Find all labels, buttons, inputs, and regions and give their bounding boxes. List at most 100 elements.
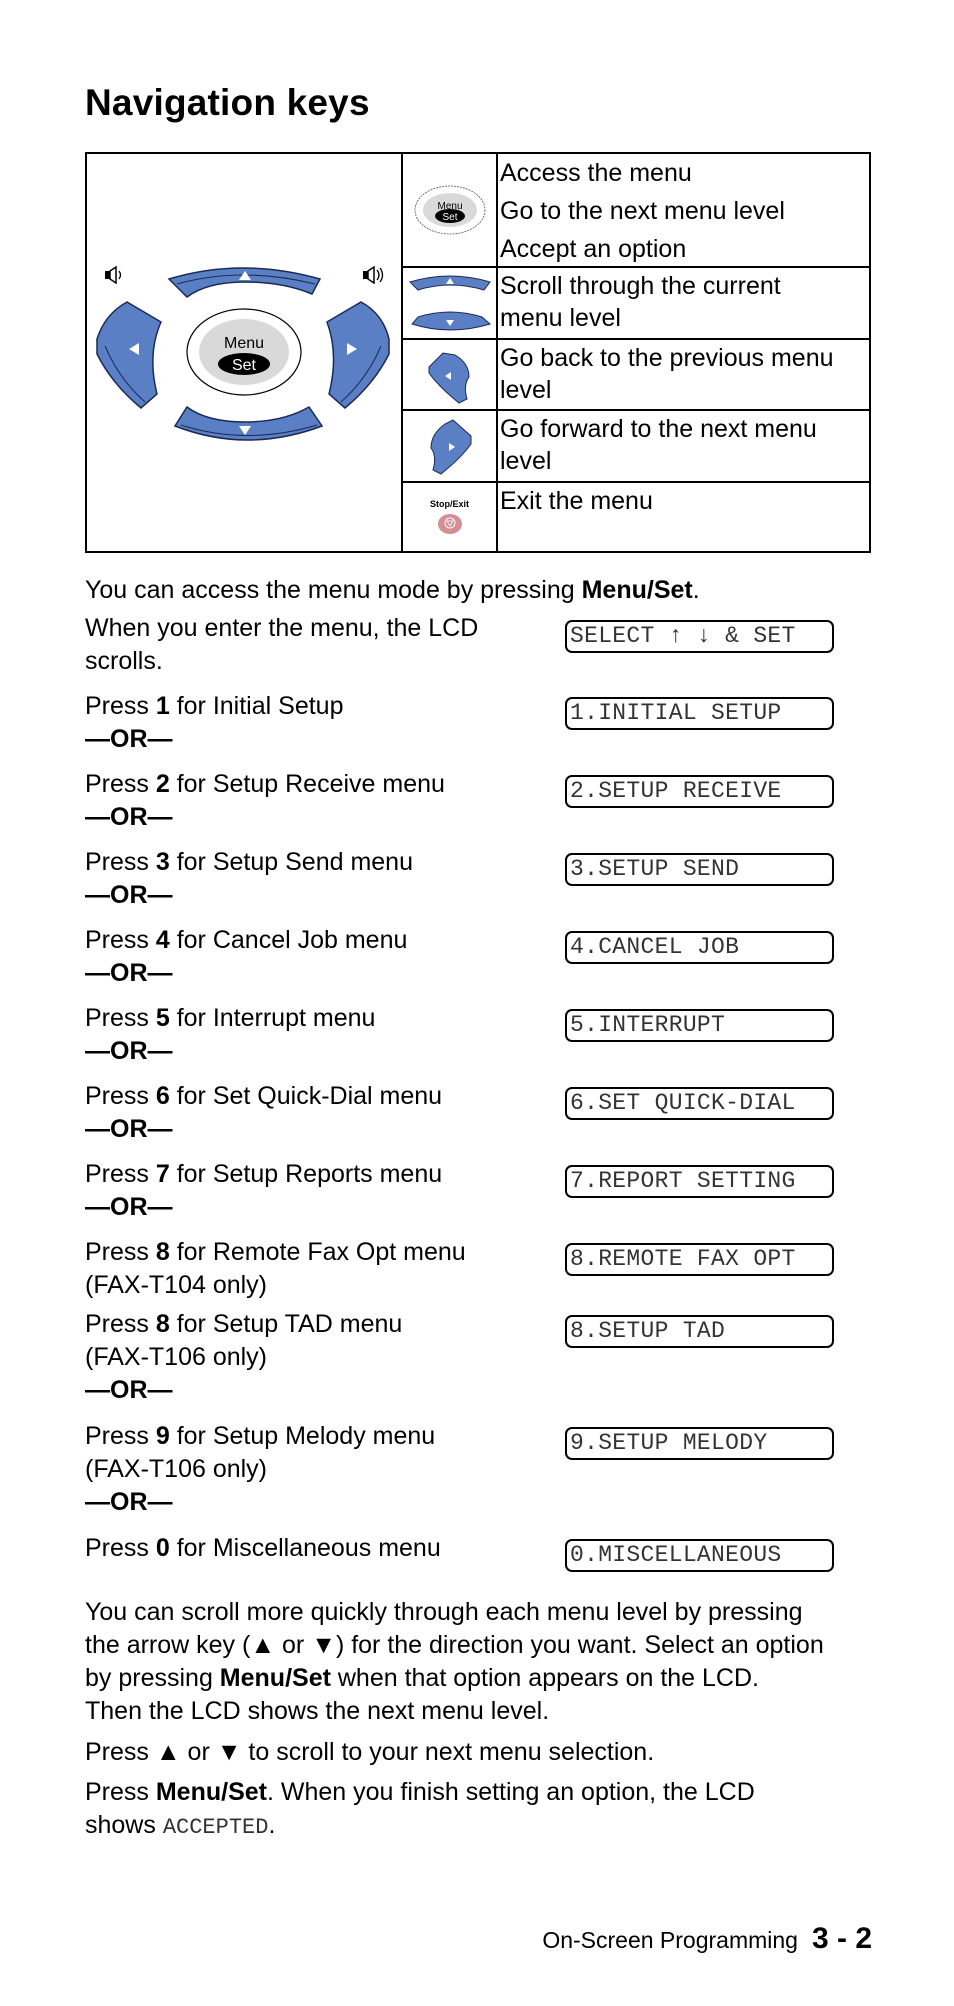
down-arrow-key-icon <box>173 405 324 441</box>
or-separator: —OR— <box>85 1193 173 1221</box>
menu-step: Press 8 for Remote Fax Opt menu (FAX-T104… <box>85 1236 525 1302</box>
scroll-paragraph: You can scroll more quickly through each… <box>85 1596 885 1728</box>
lcd-display: 0.MISCELLANEOUS <box>565 1539 834 1572</box>
scroll-text: by pressing <box>85 1664 220 1692</box>
bold-text: Menu/Set <box>155 1778 267 1806</box>
step-text: Press <box>85 692 156 720</box>
menu-set-key-icon: Menu Set <box>414 185 485 235</box>
step-text: for Cancel Job menu <box>169 926 408 954</box>
or-separator: —OR— <box>85 1488 173 1516</box>
lcd-display: 3.SETUP SEND <box>565 853 834 886</box>
or-separator: —OR— <box>85 1115 173 1143</box>
key-row-left: Go back to the previous menu level <box>403 340 869 411</box>
step-line: Press 9 for Setup Melody menu <box>85 1420 525 1453</box>
right-arrow-key-icon <box>429 419 471 475</box>
step-text: Press <box>85 770 156 798</box>
intro-text: You can access the menu mode by pressing <box>85 576 582 604</box>
intro-paragraph: You can access the menu mode by pressing… <box>85 574 700 607</box>
or-separator: —OR— <box>85 881 173 909</box>
step-text: for Setup Melody menu <box>169 1422 436 1450</box>
step-text: Press <box>85 1422 156 1450</box>
key-icon-cell <box>403 411 498 481</box>
enter-menu-line: When you enter the menu, the LCD <box>85 614 479 642</box>
description-line: Access the menu <box>500 159 692 187</box>
press-arrows-text: Press ▲ or ▼ to scroll to your next menu… <box>85 1738 655 1766</box>
enter-menu-line: scrolls. <box>85 647 163 675</box>
press-menuset-line: Press Menu/Set. When you finish setting … <box>85 1776 885 1809</box>
lcd-display: 1.INITIAL SETUP <box>565 697 834 730</box>
step-model-note: (FAX-T106 only) <box>85 1455 268 1483</box>
description-line: level <box>500 447 552 475</box>
step-model-note: (FAX-T104 only) <box>85 1271 268 1299</box>
up-arrow-key-icon <box>167 267 322 298</box>
intro-bold: Menu/Set <box>581 576 693 604</box>
step-text: for Interrupt menu <box>169 1004 376 1032</box>
step-text: for Remote Fax Opt menu <box>169 1238 466 1266</box>
step-text: for Setup Send menu <box>169 848 413 876</box>
step-text: Press <box>85 1082 156 1110</box>
menu-step: Press 3 for Setup Send menu —OR— <box>85 846 525 912</box>
step-line: Press 4 for Cancel Job menu <box>85 924 525 957</box>
step-line: Press 8 for Remote Fax Opt menu <box>85 1236 525 1269</box>
step-line: Press 1 for Initial Setup <box>85 690 525 723</box>
step-text: Press <box>85 1004 156 1032</box>
step-key: 0 <box>155 1534 170 1562</box>
step-text: Press <box>85 1310 156 1338</box>
key-description: Go forward to the next menu level <box>500 411 865 477</box>
lcd-display: 6.SET QUICK-DIAL <box>565 1087 834 1120</box>
menu-step: Press 7 for Setup Reports menu —OR— <box>85 1158 525 1224</box>
set-label: Set <box>442 212 457 223</box>
step-line: Press 5 for Interrupt menu <box>85 1002 525 1035</box>
key-icon-cell: Stop/Exit <box>403 483 498 551</box>
press-menuset-paragraph: Press Menu/Set. When you finish setting … <box>85 1776 885 1844</box>
left-arrow-key-icon <box>428 351 470 404</box>
page-footer: On-Screen Programming 3 - 2 <box>542 1922 872 1956</box>
scroll-line: by pressing Menu/Set when that option ap… <box>85 1662 885 1695</box>
key-description: Access the menu Go to the next menu leve… <box>500 154 865 268</box>
footer-section-title: On-Screen Programming <box>542 1927 798 1953</box>
key-icon-cell <box>403 340 498 409</box>
volume-high-icon <box>363 265 384 285</box>
lcd-display: 7.REPORT SETTING <box>565 1165 834 1198</box>
text: . <box>268 1811 276 1839</box>
key-row-right: Go forward to the next menu level <box>403 411 869 483</box>
step-text: for Setup Reports menu <box>169 1160 443 1188</box>
lcd-display: 4.CANCEL JOB <box>565 931 834 964</box>
stop-exit-label: Stop/Exit <box>429 499 469 509</box>
key-row-stop-exit: Stop/Exit Exit the menu <box>403 483 869 551</box>
key-icon-cell: Menu Set <box>403 154 498 266</box>
or-separator: —OR— <box>85 803 173 831</box>
or-separator: —OR— <box>85 725 173 753</box>
menu-step: Press 4 for Cancel Job menu —OR— <box>85 924 525 990</box>
right-arrow-key-icon <box>326 301 390 409</box>
stop-exit-key-icon <box>437 514 462 534</box>
lcd-display: 2.SETUP RECEIVE <box>565 775 834 808</box>
step-key: 1 <box>155 692 170 720</box>
step-key: 9 <box>155 1422 170 1450</box>
menu-step: Press 5 for Interrupt menu —OR— <box>85 1002 525 1068</box>
menu-set-key-icon: Menu Set <box>186 308 302 396</box>
step-key: 8 <box>155 1238 170 1266</box>
volume-low-icon <box>105 265 122 285</box>
or-separator: —OR— <box>85 1037 173 1065</box>
key-row-up-down: Scroll through the current menu level <box>403 268 869 340</box>
step-text: for Initial Setup <box>169 692 344 720</box>
step-key: 7 <box>155 1160 170 1188</box>
step-model-note: (FAX-T106 only) <box>85 1343 268 1371</box>
description-line: Exit the menu <box>500 487 653 515</box>
scroll-line: the arrow key (▲ or ▼) for the direction… <box>85 1631 824 1659</box>
step-text: Press <box>85 1160 156 1188</box>
step-key: 5 <box>155 1004 170 1032</box>
description-line: Accept an option <box>500 235 687 263</box>
step-key: 6 <box>155 1082 170 1110</box>
step-key: 4 <box>155 926 170 954</box>
menu-step: Press 9 for Setup Melody menu (FAX-T106 o… <box>85 1420 525 1519</box>
key-row-menu-set: Menu Set Access the menu Go to the next … <box>403 154 869 268</box>
lcd-display: 8.SETUP TAD <box>565 1315 834 1348</box>
description-line: menu level <box>500 304 621 332</box>
scroll-line: You can scroll more quickly through each… <box>85 1598 803 1626</box>
navigation-keys-table: Menu Set Menu Set Access the menu Go to … <box>85 152 871 553</box>
set-key-label: Set <box>232 357 257 374</box>
step-text: Press <box>85 926 156 954</box>
lcd-display: 9.SETUP MELODY <box>565 1427 834 1460</box>
